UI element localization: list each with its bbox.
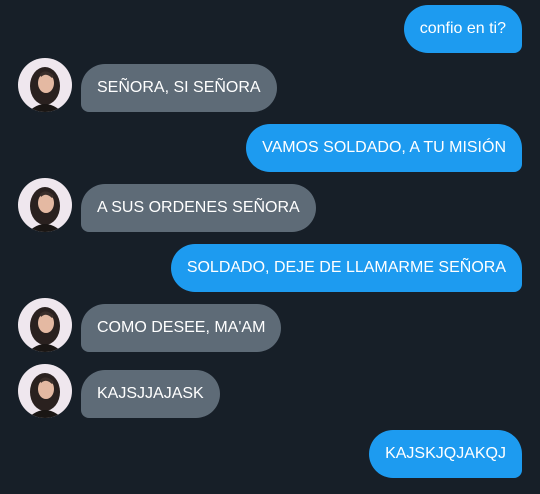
- received-message-bubble[interactable]: KAJSJJAJASK: [81, 370, 220, 418]
- contact-avatar[interactable]: [18, 298, 72, 352]
- avatar-photo-icon: [18, 178, 72, 232]
- sent-message-bubble[interactable]: KAJSKJQJAKQJ: [369, 430, 522, 478]
- contact-avatar[interactable]: [18, 178, 72, 232]
- avatar-photo-icon: [18, 58, 72, 112]
- contact-avatar[interactable]: [18, 364, 72, 418]
- sent-message-bubble[interactable]: confio en ti?: [403, 5, 522, 53]
- received-message-bubble[interactable]: A SUS ORDENES SEÑORA: [81, 184, 316, 232]
- avatar-photo-icon: [18, 364, 72, 418]
- contact-avatar[interactable]: [18, 58, 72, 112]
- received-message-bubble[interactable]: COMO DESEE, MA'AM: [81, 304, 282, 352]
- sent-message-bubble[interactable]: VAMOS SOLDADO, A TU MISIÓN: [246, 124, 522, 172]
- sent-message-bubble[interactable]: SOLDADO, DEJE DE LLAMARME SEÑORA: [170, 244, 522, 292]
- avatar-photo-icon: [18, 298, 72, 352]
- received-message-bubble[interactable]: SEÑORA, SI SEÑORA: [81, 64, 277, 112]
